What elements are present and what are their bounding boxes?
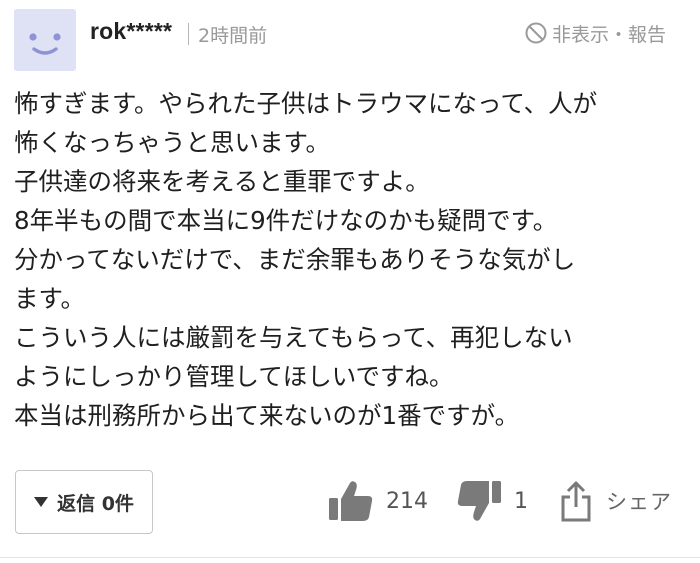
- share-button[interactable]: シェア: [560, 480, 672, 522]
- comment-line: 怖くなっちゃうと思います。: [14, 128, 331, 157]
- comment-line: 本当は刑務所から出て来ないのが1番ですが。: [14, 401, 520, 430]
- like-count: 214: [386, 488, 428, 514]
- thumbs-up-icon: [329, 481, 373, 521]
- share-label: シェア: [606, 490, 672, 514]
- header-divider: [188, 23, 189, 45]
- reply-button[interactable]: 返信 0件: [15, 470, 153, 534]
- comment-line: 子供達の将来を考えると重罪ですよ。: [14, 167, 430, 196]
- hide-report-label: 非表示・報告: [552, 23, 667, 46]
- comment-line: こういう人には厳罰を与えてもらって、再犯しない: [14, 323, 573, 352]
- comment-line: ます。: [14, 284, 86, 313]
- ban-icon: [525, 22, 547, 44]
- comment-line: 分かってないだけで、まだ余罪もありそうな気がし: [14, 245, 576, 274]
- username[interactable]: rok*****: [90, 18, 172, 45]
- dislike-count: 1: [514, 488, 528, 514]
- comment-line: 怖すぎます。やられた子供はトラウマになって、人が: [14, 89, 598, 118]
- share-icon: [561, 481, 591, 522]
- like-button[interactable]: 214: [328, 480, 428, 522]
- comment-card: rok***** 2時間前 非表示・報告 怖すぎます。やられた子供はトラウマにな…: [0, 0, 700, 563]
- comment-line: ようにしっかり管理してほしいですね。: [14, 362, 454, 391]
- comment-header: rok***** 2時間前 非表示・報告: [0, 0, 700, 80]
- thumbs-down-icon: [457, 481, 501, 521]
- timestamp: 2時間前: [198, 25, 268, 47]
- caret-down-icon: [34, 497, 49, 507]
- dislike-button[interactable]: 1: [456, 480, 528, 522]
- reply-label: 返信 0件: [57, 492, 134, 515]
- comment-actions: 返信 0件 214 1 シェア: [0, 468, 700, 538]
- comment-body: 怖すぎます。やられた子供はトラウマになって、人が 怖くなっちゃうと思います。 子…: [14, 84, 694, 435]
- hide-report-link[interactable]: 非表示・報告: [524, 20, 666, 46]
- comment-line: 8年半もの間で本当に9件だけなのかも疑問です。: [14, 206, 558, 235]
- smiley-face-icon: [29, 33, 61, 55]
- divider: [0, 557, 700, 558]
- avatar: [14, 9, 76, 71]
